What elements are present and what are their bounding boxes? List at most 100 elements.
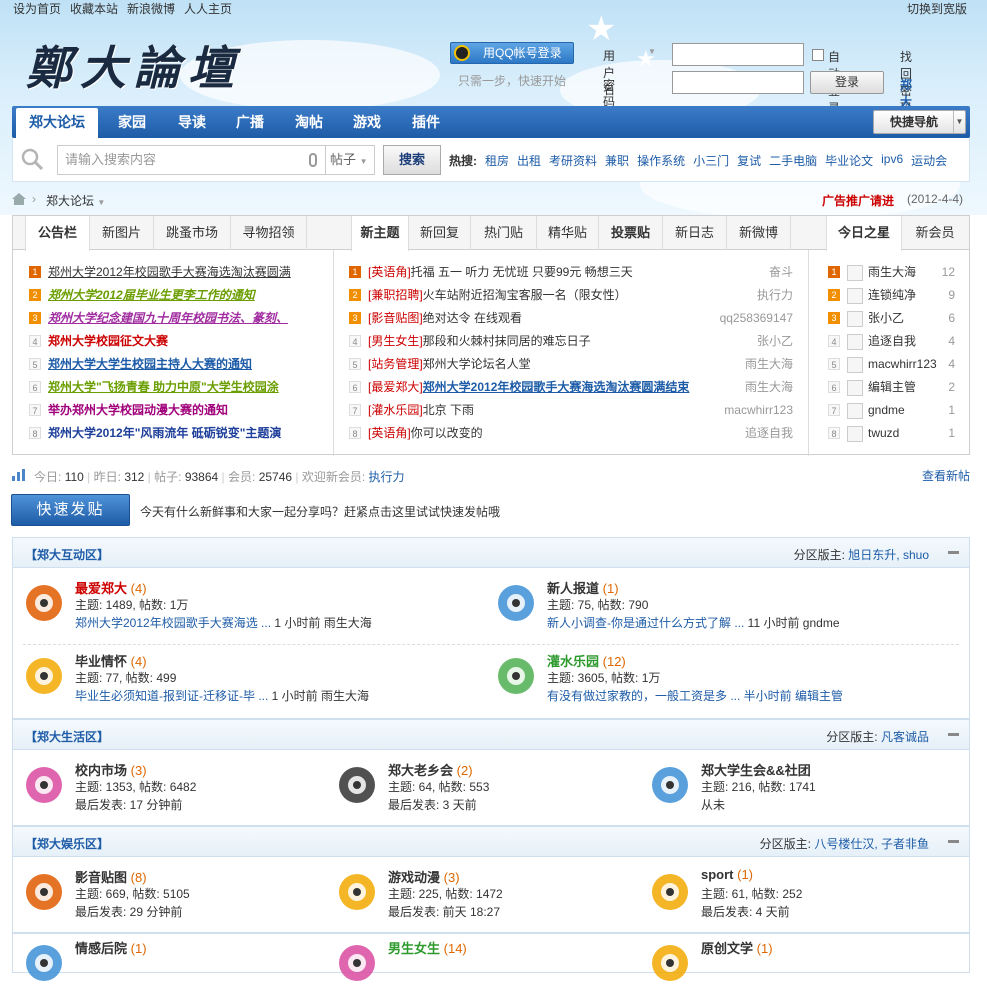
- bookmark-link[interactable]: 收藏本站: [70, 0, 118, 19]
- forum-name[interactable]: 情感后院 (1): [75, 938, 147, 957]
- last-post[interactable]: 有没有做过家教的，一般工资是多 ... 半小时前 编辑主管: [547, 687, 843, 704]
- last-post[interactable]: 从未: [701, 796, 725, 813]
- heart-icon[interactable]: [23, 942, 65, 984]
- hot-search-item[interactable]: 兼职: [605, 152, 629, 169]
- tab-new-members[interactable]: 新会员: [902, 216, 968, 250]
- thread-item[interactable]: 7 [灌水乐园]北京 下雨 macwhirr123: [349, 399, 793, 422]
- forum-name[interactable]: 郑大学生会&&社团: [701, 760, 811, 779]
- thread-title[interactable]: [男生女生]那段和火棘村抹同居的难忘日子: [368, 330, 591, 353]
- thread-item[interactable]: 5 [站务管理]郑州大学论坛名人堂 雨生大海: [349, 353, 793, 376]
- thread-title[interactable]: [灌水乐园]北京 下雨: [368, 399, 474, 422]
- forum-name[interactable]: 毕业情怀 (4): [75, 651, 147, 670]
- tab-new-threads[interactable]: 新主题: [351, 216, 409, 251]
- set-homepage-link[interactable]: 设为首页: [13, 0, 61, 19]
- forum-item[interactable]: 男生女生 (14): [336, 938, 636, 998]
- member-name[interactable]: 追逐自我: [868, 330, 916, 353]
- tab-today-star[interactable]: 今日之星: [826, 216, 902, 251]
- avatar[interactable]: [847, 311, 863, 327]
- quick-post-button[interactable]: 快速发贴: [11, 494, 130, 526]
- chevron-down-icon[interactable]: ▼: [648, 47, 656, 56]
- member-name[interactable]: 张小乙: [868, 307, 904, 330]
- announcement-item[interactable]: 5 郑州大学大学生校园主持人大赛的通知: [29, 353, 323, 376]
- avatar[interactable]: [847, 334, 863, 350]
- ad-link[interactable]: 广告推广请进: [822, 192, 894, 209]
- tv-icon[interactable]: [23, 871, 65, 913]
- forum-name[interactable]: 影音贴图 (8): [75, 867, 147, 886]
- forum-item[interactable]: sport (1) 主题: 61, 帖数: 252 最后发表: 4 天前: [649, 867, 949, 927]
- nav-guide[interactable]: 导读: [164, 106, 220, 138]
- hot-search-item[interactable]: 考研资料: [549, 152, 597, 169]
- avatar[interactable]: [847, 426, 863, 442]
- thread-category[interactable]: [灌水乐园]: [368, 403, 423, 417]
- face-icon[interactable]: [336, 942, 378, 984]
- announcement-item[interactable]: 1 郑州大学2012年校园歌手大赛海选淘汰赛圆满: [29, 261, 323, 284]
- search-button[interactable]: 搜索: [383, 145, 441, 175]
- avatar[interactable]: [847, 357, 863, 373]
- forum-name[interactable]: 最爱郑大 (4): [75, 578, 147, 597]
- view-new-posts-link[interactable]: 查看新帖: [922, 467, 970, 484]
- announcement-title[interactable]: 举办郑州大学校园动漫大赛的通知: [48, 399, 228, 422]
- star-member-item[interactable]: 3 张小乙 6: [828, 307, 955, 330]
- forum-name[interactable]: 男生女生 (14): [388, 938, 467, 957]
- forum-name[interactable]: 游戏动漫 (3): [388, 867, 460, 886]
- forum-item[interactable]: 新人报道 (1) 主题: 75, 帖数: 790 新人小调查-你是通过什么方式了解 …: [495, 578, 955, 638]
- announcement-item[interactable]: 3 郑州大学纪念建国九十周年校园书法、篆刻、: [29, 307, 323, 330]
- quick-post-tip[interactable]: 今天有什么新鲜事和大家一起分享吗？赶紧点击这里试试快速发帖哦: [140, 503, 500, 520]
- last-post[interactable]: 最后发表: 前天 18:27: [388, 903, 500, 920]
- hot-search-item[interactable]: 二手电脑: [769, 152, 817, 169]
- collapse-icon[interactable]: [948, 733, 959, 736]
- globe-icon[interactable]: [649, 764, 691, 806]
- forum-item[interactable]: 灌水乐园 (12) 主题: 3605, 帖数: 1万 有没有做过家教的，一般工资是多…: [495, 651, 955, 711]
- hot-search-item[interactable]: 小三门: [693, 152, 729, 169]
- forum-name[interactable]: sport (1): [701, 867, 753, 882]
- star-member-item[interactable]: 2 连锁纯净 9: [828, 284, 955, 307]
- nav-broadcast[interactable]: 广播: [222, 106, 278, 138]
- login-button[interactable]: 登录: [810, 71, 884, 94]
- hot-search-item[interactable]: 运动会: [911, 152, 947, 169]
- announcement-title[interactable]: 郑州大学大学生校园主持人大赛的通知: [48, 353, 252, 376]
- announcement-title[interactable]: 郑州大学2012年校园歌手大赛海选淘汰赛圆满: [48, 261, 291, 284]
- gamepad-icon[interactable]: [336, 871, 378, 913]
- announcement-item[interactable]: 7 举办郑州大学校园动漫大赛的通知: [29, 399, 323, 422]
- zone-title[interactable]: 【郑大生活区】: [25, 728, 109, 745]
- forum-item[interactable]: 最爱郑大 (4) 主题: 1489, 帖数: 1万 郑州大学2012年校园歌手大赛海…: [23, 578, 483, 638]
- member-name[interactable]: 连锁纯净: [868, 284, 916, 307]
- forum-name[interactable]: 校内市场 (3): [75, 760, 147, 779]
- last-post[interactable]: 郑州大学2012年校园歌手大赛海选 ... 1 小时前 雨生大海: [75, 614, 372, 631]
- paper-plane-icon[interactable]: [23, 655, 65, 697]
- announcement-item[interactable]: 4 郑州大学校园征文大赛: [29, 330, 323, 353]
- thread-title[interactable]: [影音贴图]绝对达令 在线观看: [368, 307, 522, 330]
- thread-title[interactable]: [兼职招聘]火车站附近招淘宝客服一名（限女性）: [368, 284, 627, 307]
- avatar[interactable]: [847, 265, 863, 281]
- renren-link[interactable]: 人人主页: [184, 0, 232, 19]
- sina-weibo-link[interactable]: 新浪微博: [127, 0, 175, 19]
- thread-title[interactable]: [站务管理]郑州大学论坛名人堂: [368, 353, 531, 376]
- thread-author[interactable]: 张小乙: [757, 330, 793, 353]
- qq-login-button[interactable]: 用QQ帐号登录: [450, 42, 574, 64]
- member-name[interactable]: 编辑主管: [868, 376, 916, 399]
- thread-item[interactable]: 6 [最爱郑大]郑州大学2012年校园歌手大赛海选淘汰赛圆满结束 雨生大海: [349, 376, 793, 399]
- hot-search-item[interactable]: 出租: [517, 152, 541, 169]
- tab-new-replies[interactable]: 新回复: [409, 216, 471, 250]
- thread-item[interactable]: 4 [男生女生]那段和火棘村抹同居的难忘日子 张小乙: [349, 330, 793, 353]
- hot-search-item[interactable]: 租房: [485, 152, 509, 169]
- last-post[interactable]: 最后发表: 29 分钟前: [75, 903, 182, 920]
- thread-author[interactable]: 雨生大海: [745, 376, 793, 399]
- forum-item[interactable]: 郑大学生会&&社团 主题: 216, 帖数: 1741 从未: [649, 760, 949, 820]
- forum-item[interactable]: 情感后院 (1): [23, 938, 323, 998]
- password-input[interactable]: [672, 71, 804, 94]
- collapse-icon[interactable]: [948, 551, 959, 554]
- tab-digest-posts[interactable]: 精华贴: [537, 216, 599, 250]
- thread-category[interactable]: [站务管理]: [368, 357, 423, 371]
- switch-wide-link[interactable]: 切换到宽版: [907, 0, 967, 19]
- thread-author[interactable]: 追逐自我: [745, 422, 793, 445]
- thread-author[interactable]: 执行力: [757, 284, 793, 307]
- home-icon[interactable]: [12, 193, 26, 205]
- spiky-icon[interactable]: [336, 764, 378, 806]
- headphone-icon[interactable]: [649, 871, 691, 913]
- microphone-icon[interactable]: [309, 153, 317, 167]
- forum-item[interactable]: 郑大老乡会 (2) 主题: 64, 帖数: 553 最后发表: 3 天前: [336, 760, 636, 820]
- member-name[interactable]: 雨生大海: [868, 261, 916, 284]
- new-member-link[interactable]: 执行力: [369, 470, 405, 484]
- forum-name[interactable]: 郑大老乡会 (2): [388, 760, 473, 779]
